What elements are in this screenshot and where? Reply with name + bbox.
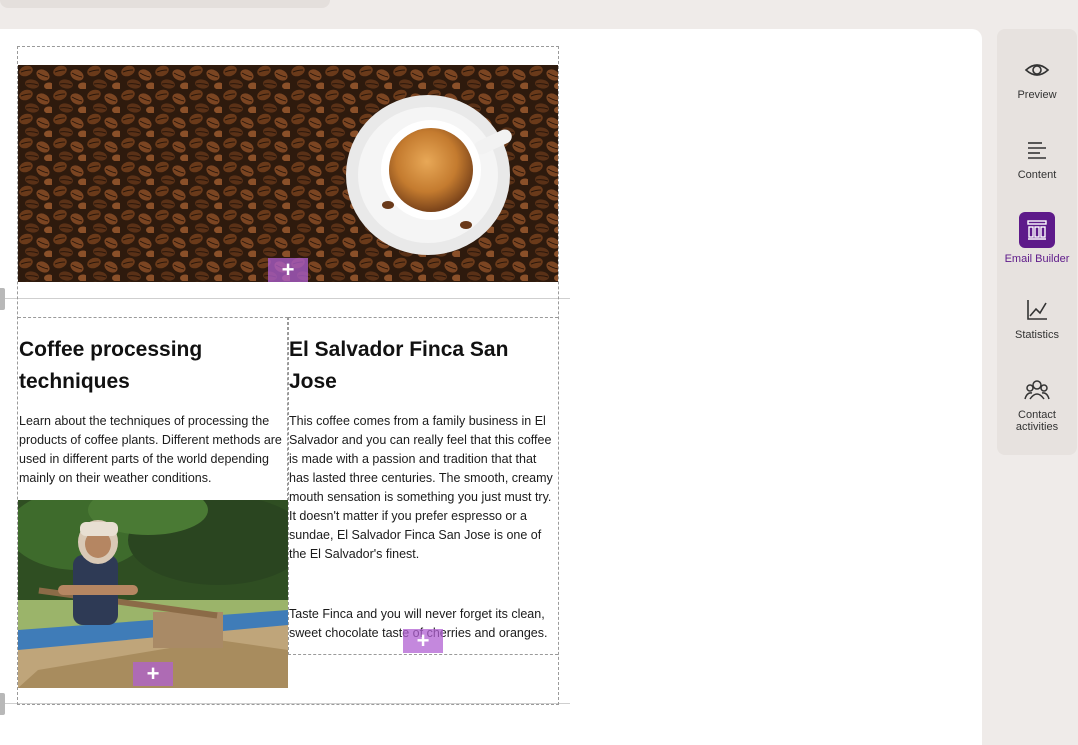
email-template: + Coffee processing techniques Learn abo… [17,46,559,705]
sidebar-item-label: Preview [1017,89,1057,101]
sidebar-item-preview[interactable]: Preview [997,57,1077,101]
article-body[interactable]: This coffee comes from a family business… [289,412,557,564]
left-column[interactable]: Coffee processing techniques Learn about… [18,317,288,688]
email-builder-icon [1019,212,1055,248]
sidebar-item-label: Contact activities [1015,409,1059,433]
sidebar-item-contact-activities[interactable]: Contact activities [997,377,1077,433]
sidebar-item-content[interactable]: Content [997,137,1077,181]
right-column[interactable]: El Salvador Finca San Jose This coffee c… [288,317,558,655]
farm-worker-image[interactable]: + [18,500,288,688]
add-block-button[interactable]: + [133,662,173,686]
plus-icon: + [416,628,430,653]
resize-handle[interactable] [0,288,5,310]
sidebar-item-label: Email Builder [1004,253,1070,265]
top-bar-shadow [0,0,330,8]
plus-icon: + [146,661,160,686]
resize-handle[interactable] [0,693,5,715]
sidebar-item-statistics[interactable]: Statistics [997,297,1077,341]
add-block-button[interactable]: + [268,258,308,282]
chart-icon [1027,300,1047,320]
sidebar-item-label: Content [1017,169,1057,181]
two-column-row: Coffee processing techniques Learn about… [18,317,558,705]
eye-icon [1024,64,1050,76]
align-left-icon [1028,142,1046,159]
sidebar-item-email-builder[interactable]: Email Builder [997,212,1077,265]
add-block-button[interactable]: + [403,629,443,653]
people-icon [1024,380,1050,400]
article-body[interactable]: Learn about the techniques of processing… [19,412,287,488]
article-heading[interactable]: Coffee processing techniques [19,334,285,398]
right-sidebar: Preview Content Email Builder Statistics… [997,29,1077,455]
sidebar-item-label: Statistics [1014,329,1059,341]
plus-icon: + [281,257,295,282]
hero-coffee-image[interactable]: + [18,65,558,282]
article-heading[interactable]: El Salvador Finca San Jose [289,334,555,398]
